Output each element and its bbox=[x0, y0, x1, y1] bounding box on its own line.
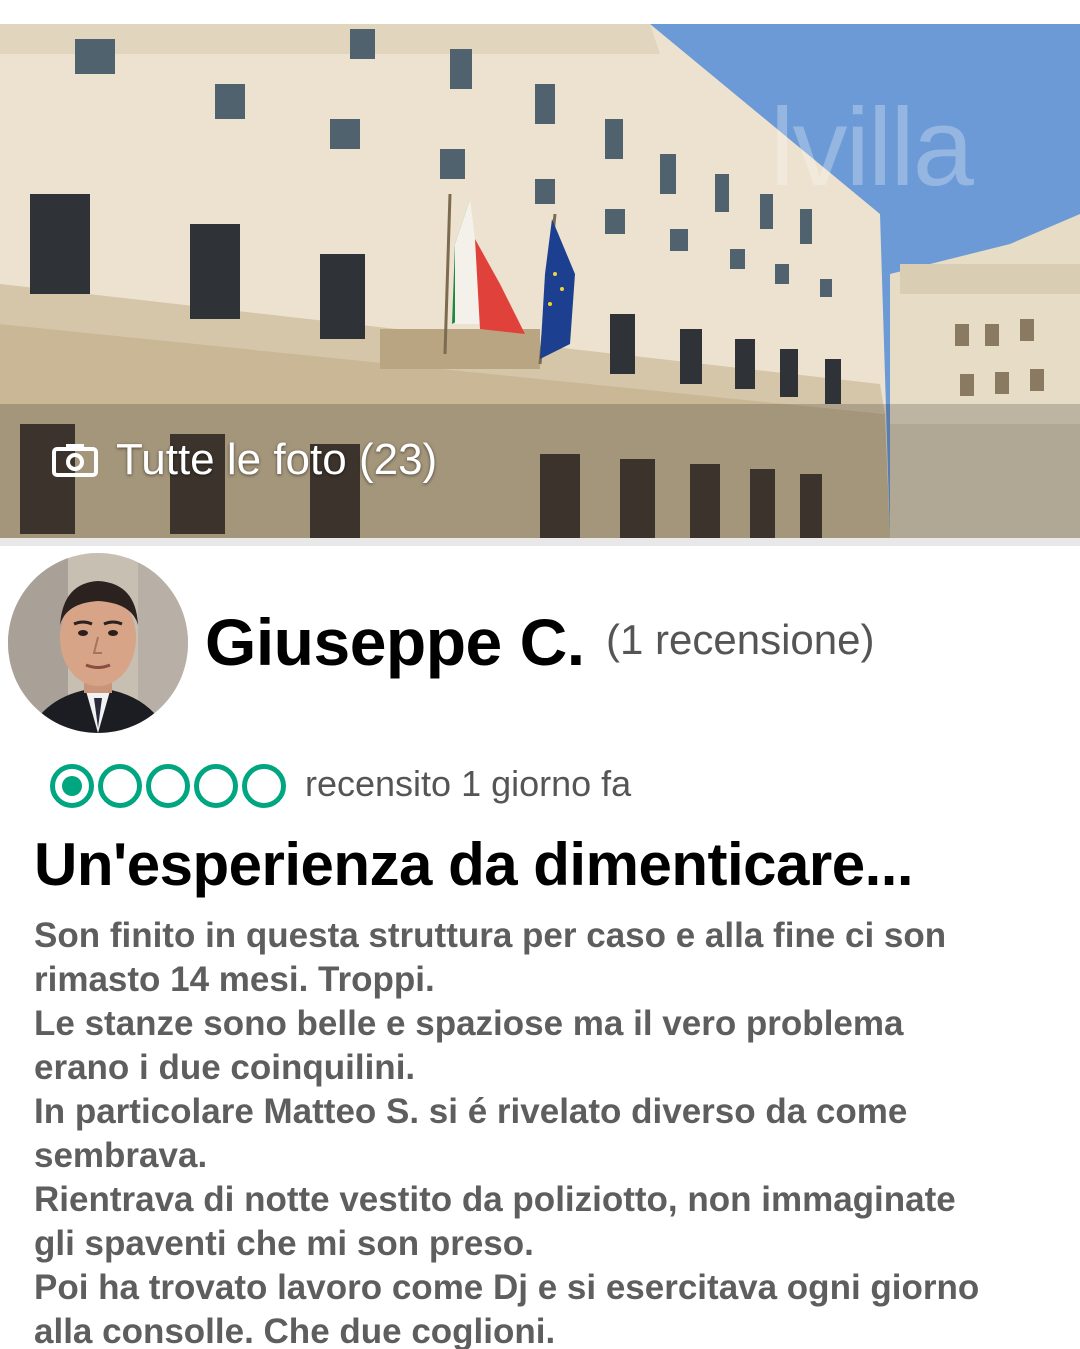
review-body-line: rimasto 14 mesi. Troppi. bbox=[34, 960, 435, 999]
bubble-rating bbox=[50, 764, 290, 808]
hero-photo[interactable]: lvilla Tutte le foto (23) bbox=[0, 24, 1080, 538]
review-body-line: Le stanze sono belle e spaziose ma il ve… bbox=[34, 1004, 904, 1043]
review-body-line: gli spaventi che mi son preso. bbox=[34, 1224, 534, 1263]
section-divider bbox=[0, 538, 1080, 546]
all-photos-label: Tutte le foto (23) bbox=[116, 435, 438, 484]
review-body-line: Poi ha trovato lavoro come Dj e si eserc… bbox=[34, 1268, 980, 1307]
camera-icon bbox=[52, 444, 98, 477]
rating-bubble-empty-icon bbox=[98, 764, 142, 808]
rating-bubble-empty-icon bbox=[242, 764, 286, 808]
avatar[interactable] bbox=[8, 553, 188, 733]
review-body-line: sembrava. bbox=[34, 1136, 208, 1175]
rating-bubble-filled-icon bbox=[50, 764, 94, 808]
reviewer-name[interactable]: Giuseppe C. bbox=[205, 604, 585, 680]
review-title[interactable]: Un'esperienza da dimenticare... bbox=[34, 830, 914, 899]
review-page: lvilla Tutte le foto (23) Giuseppe C. (1… bbox=[0, 0, 1080, 1349]
review-count: (1 recensione) bbox=[606, 616, 875, 663]
review-body-line: Son finito in questa struttura per caso … bbox=[34, 916, 947, 955]
review-body: Son finito in questa struttura per caso … bbox=[34, 914, 1054, 1349]
review-body-line: In particolare Matteo S. si é rivelato d… bbox=[34, 1092, 908, 1131]
review-body-line: erano i due coinquilini. bbox=[34, 1048, 416, 1087]
reviewer-photo bbox=[8, 553, 188, 733]
top-strip bbox=[0, 0, 1080, 24]
review-body-line: Rientrava di notte vestito da poliziotto… bbox=[34, 1180, 956, 1219]
rating-bubble-empty-icon bbox=[146, 764, 190, 808]
watermark: lvilla bbox=[770, 86, 974, 209]
review-body-line: alla consolle. Che due coglioni. bbox=[34, 1312, 556, 1349]
review-date: recensito 1 giorno fa bbox=[305, 763, 632, 804]
all-photos-link[interactable]: Tutte le foto (23) bbox=[52, 435, 437, 485]
rating-bubble-empty-icon bbox=[194, 764, 238, 808]
